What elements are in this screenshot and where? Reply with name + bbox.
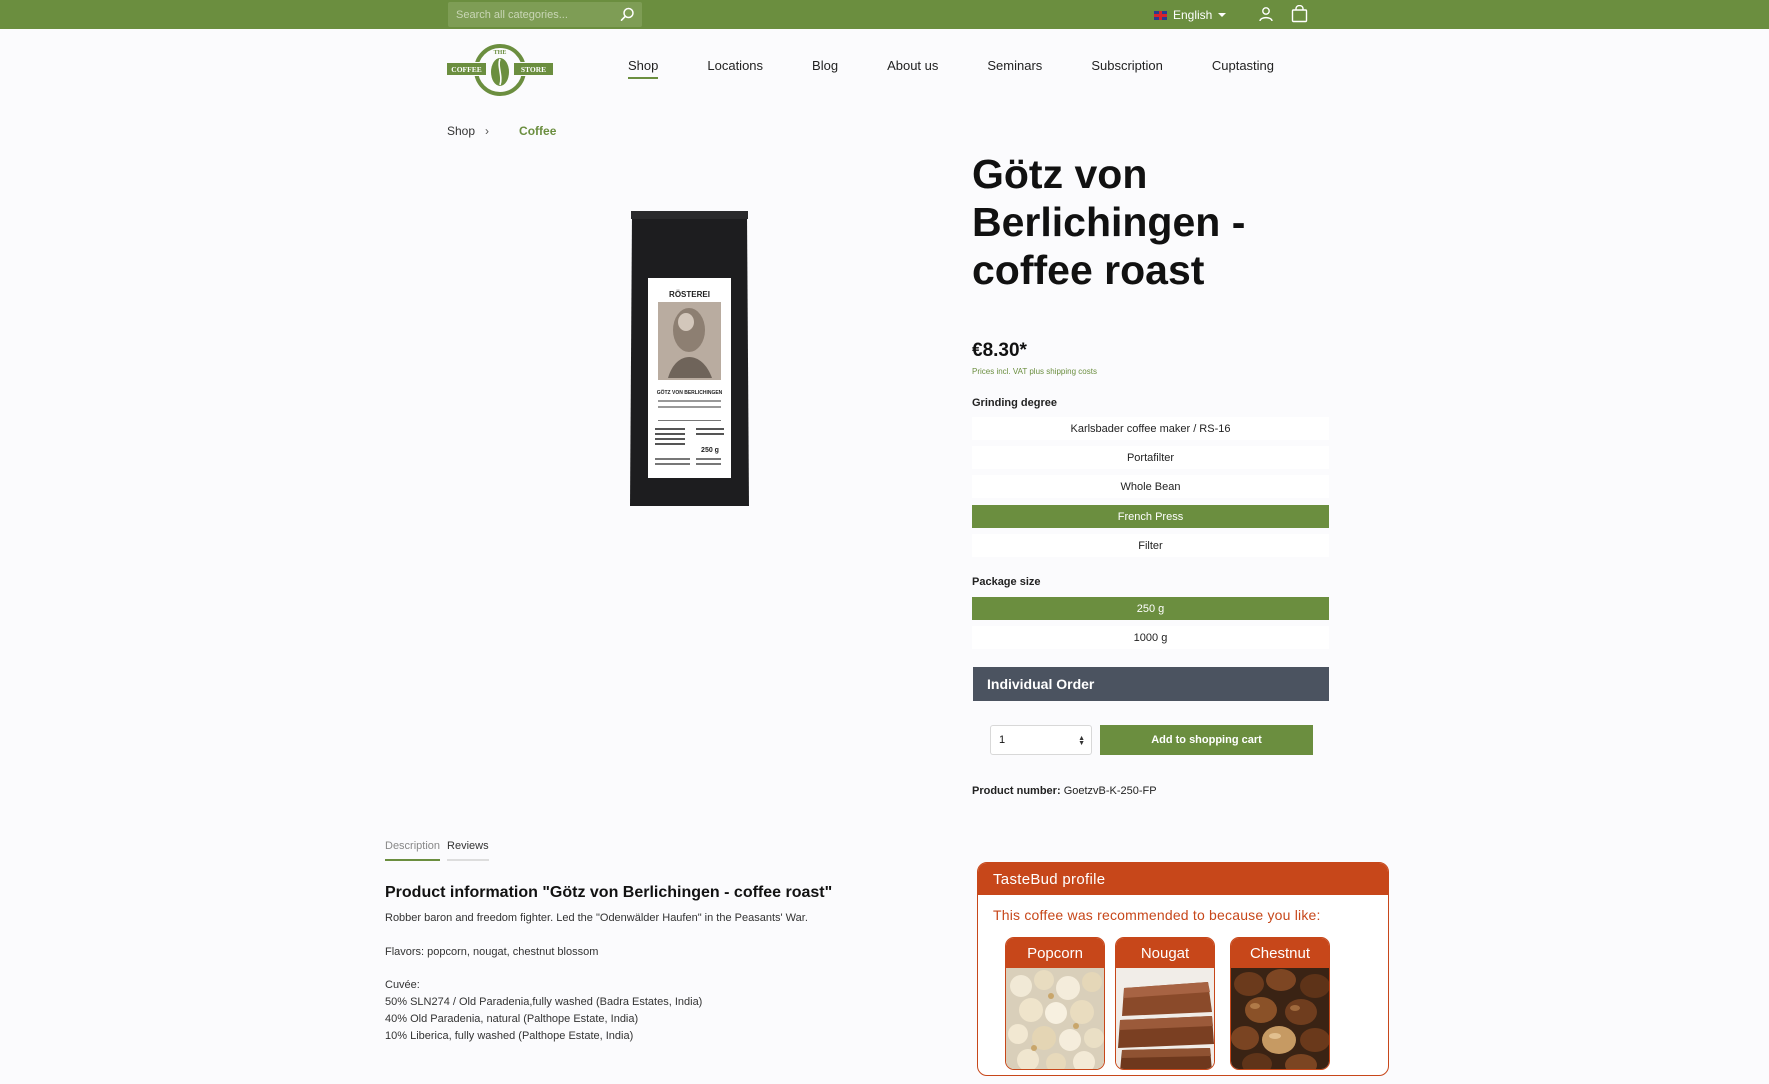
package-size-label: Package size [972, 576, 1041, 588]
tab-description[interactable]: Description [385, 840, 441, 861]
nav-item-about-us[interactable]: About us [887, 58, 938, 79]
chestnut-image [1231, 968, 1329, 1069]
tastebud-subtitle: This coffee was recommended to because y… [993, 907, 1321, 923]
product-price: €8.30* [972, 340, 1027, 361]
product-number: Product number: GoetzvB-K-250-FP [972, 785, 1157, 797]
chevron-down-icon [1218, 13, 1227, 17]
price-note: Prices incl. VAT plus shipping costs [972, 367, 1097, 376]
tab-reviews[interactable]: Reviews [447, 840, 489, 861]
breadcrumb-coffee[interactable]: Coffee [519, 124, 556, 138]
flavor-card-nougat[interactable]: Nougat [1115, 937, 1215, 1070]
language-label: English [1173, 8, 1213, 22]
tastebud-profile: TasteBud profile This coffee was recomme… [977, 862, 1389, 1076]
logo-text-top: THE [494, 50, 507, 56]
search-icon[interactable] [619, 6, 636, 23]
logo-text-left: COFFEE [451, 65, 481, 74]
nougat-image [1116, 968, 1214, 1069]
grinding-degree-label: Grinding degree [972, 397, 1057, 409]
popcorn-image [1006, 968, 1104, 1069]
flavor-label: Popcorn [1006, 938, 1104, 968]
product-title: Götz von Berlichingen - coffee roast [972, 151, 1246, 293]
add-to-cart-button[interactable]: Add to shopping cart [1100, 725, 1313, 755]
description-line: Cuvée: [385, 979, 420, 991]
description-line: 10% Liberica, fully washed (Palthope Est… [385, 1030, 634, 1042]
description-line: 50% SLN274 / Old Paradenia,fully washed … [385, 996, 703, 1008]
nav-item-blog[interactable]: Blog [812, 58, 838, 79]
nav-item-subscription[interactable]: Subscription [1091, 58, 1163, 79]
search-input[interactable] [456, 6, 606, 23]
main-nav: Shop Locations Blog About us Seminars Su… [628, 58, 1323, 79]
quantity-value: 1 [999, 734, 1006, 746]
grinding-option-portafilter[interactable]: Portafilter [972, 446, 1329, 469]
individual-order-header[interactable]: Individual Order [973, 667, 1329, 701]
flavor-label: Nougat [1116, 938, 1214, 968]
quantity-select[interactable]: 1 ▲ ▼ [990, 725, 1092, 755]
nav-item-cuptasting[interactable]: Cuptasting [1212, 58, 1274, 79]
account-icon[interactable] [1258, 6, 1274, 22]
nav-item-seminars[interactable]: Seminars [987, 58, 1042, 79]
search-box[interactable] [448, 2, 642, 27]
flavor-card-popcorn[interactable]: Popcorn [1005, 937, 1105, 1070]
logo-text-right: STORE [521, 65, 546, 74]
grinding-option-karlsbader[interactable]: Karlsbader coffee maker / RS-16 [972, 417, 1329, 440]
chevron-right-icon: › [485, 124, 490, 138]
breadcrumb-shop[interactable]: Shop [447, 124, 475, 138]
product-tabs: Description Reviews [385, 840, 496, 861]
language-selector[interactable]: English [1154, 7, 1227, 23]
grinding-option-filter[interactable]: Filter [972, 534, 1329, 557]
package-weight-text: 250 g [701, 447, 719, 454]
cart-icon[interactable] [1291, 5, 1308, 23]
select-arrows-icon: ▲ ▼ [1078, 735, 1085, 747]
product-number-value: GoetzvB-K-250-FP [1063, 785, 1157, 797]
description-title: Product information "Götz von Berliching… [385, 884, 833, 901]
flavor-card-chestnut[interactable]: Chestnut [1230, 937, 1330, 1070]
nav-item-shop[interactable]: Shop [628, 58, 659, 79]
flavor-label: Chestnut [1231, 938, 1329, 968]
package-name-text: GÖTZ VON BERLICHINGEN [657, 389, 723, 396]
nav-item-locations[interactable]: Locations [707, 58, 763, 79]
grinding-option-whole-bean[interactable]: Whole Bean [972, 475, 1329, 498]
product-image[interactable]: RÖSTEREI GÖTZ VON BERLICHINGEN 250 g [628, 210, 751, 508]
package-option-1000g[interactable]: 1000 g [972, 626, 1329, 649]
grinding-option-french-press[interactable]: French Press [972, 505, 1329, 528]
tastebud-title: TasteBud profile [978, 863, 1388, 895]
description-line: Flavors: popcorn, nougat, chestnut bloss… [385, 946, 599, 958]
package-brand-text: RÖSTEREI [669, 290, 710, 299]
description-line: 40% Old Paradenia, natural (Palthope Est… [385, 1013, 639, 1025]
top-bar: English [0, 0, 1769, 29]
description-line: Robber baron and freedom fighter. Led th… [385, 912, 808, 924]
package-option-250g[interactable]: 250 g [972, 597, 1329, 620]
product-number-label: Product number: [972, 785, 1061, 797]
store-logo[interactable]: THE COFFEE STORE [447, 44, 553, 96]
uk-flag-icon [1154, 10, 1167, 20]
breadcrumb: Shop › Coffee [447, 124, 556, 138]
